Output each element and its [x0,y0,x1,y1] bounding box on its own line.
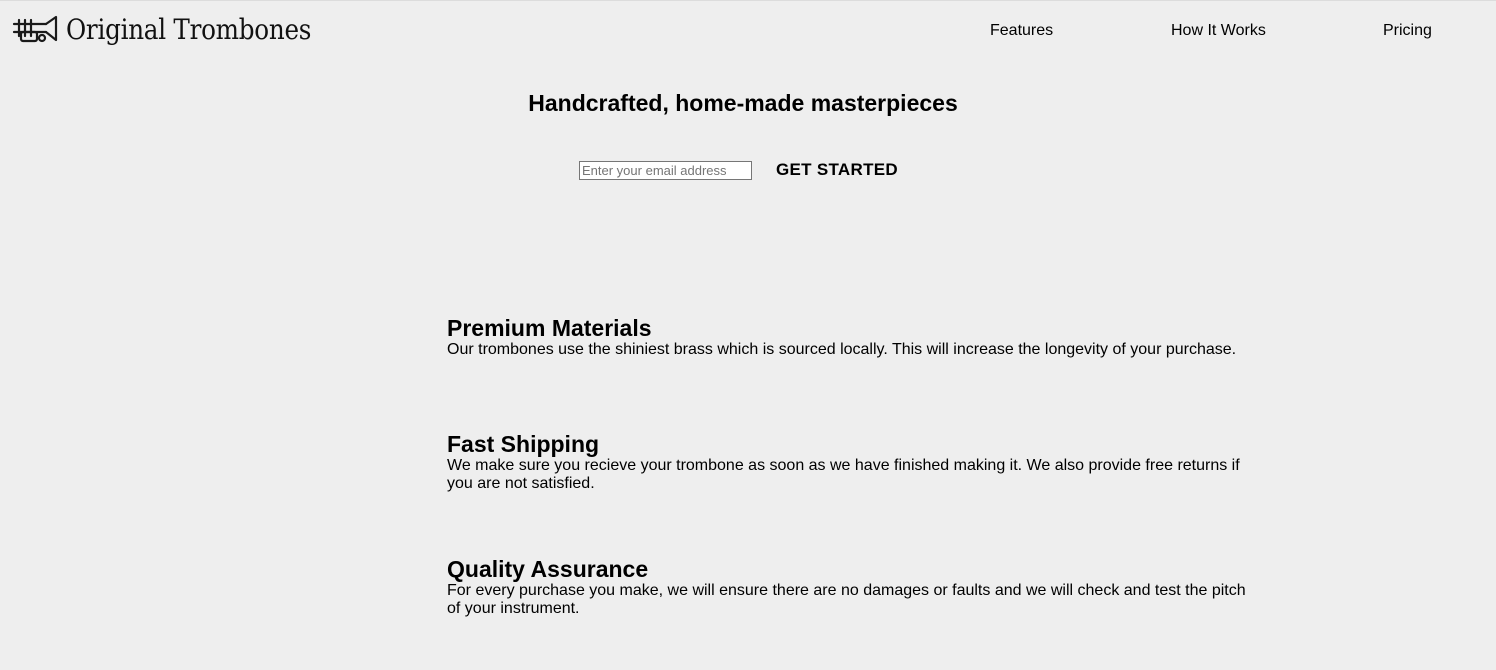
feature-title: Quality Assurance [447,556,649,582]
nav-link-features[interactable]: Features [990,22,1053,40]
feature-premium-materials: Premium Materials Our trombones use the … [447,315,1247,359]
hero-title: Handcrafted, home-made masterpieces [528,90,958,116]
feature-title: Fast Shipping [447,431,600,457]
signup-form: GET STARTED [579,160,898,180]
feature-title: Premium Materials [447,315,652,341]
nav-link-how-it-works[interactable]: How It Works [1171,22,1266,40]
feature-quality-assurance: Quality Assurance For every purchase you… [447,556,1247,618]
logo-text: Original Trombones [66,13,312,46]
nav-link-pricing[interactable]: Pricing [1383,22,1432,40]
feature-fast-shipping: Fast Shipping We make sure you recieve y… [447,431,1247,493]
trombone-icon [12,15,58,42]
get-started-button[interactable]: GET STARTED [776,160,898,180]
feature-description: Our trombones use the shiniest brass whi… [447,341,1237,358]
feature-description: We make sure you recieve your trombone a… [447,457,1240,492]
email-input[interactable] [579,160,752,180]
logo[interactable]: Original Trombones [12,13,345,46]
site-header: Original Trombones Features How It Works… [0,0,1496,60]
feature-description: For every purchase you make, we will ens… [447,582,1246,617]
